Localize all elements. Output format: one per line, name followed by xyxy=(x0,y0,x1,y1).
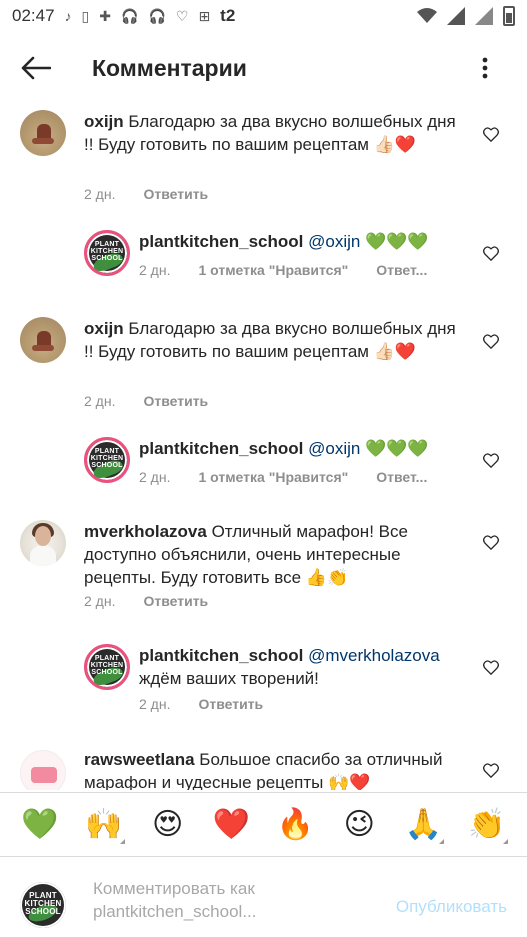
comment-time: 2 дн. xyxy=(139,469,171,485)
status-bar: 02:47 ♪ ▯ ✚ 🎧 🎧 ♡ ⊞ t2 xyxy=(0,0,527,32)
comment-text: ждём ваших творений! xyxy=(139,669,319,688)
like-button[interactable] xyxy=(480,449,502,471)
signal-icon xyxy=(475,7,493,25)
signal-icon xyxy=(447,7,465,25)
status-time: 02:47 xyxy=(12,6,55,25)
like-button[interactable] xyxy=(480,330,502,352)
comment-emojis: 👍🏻❤️ xyxy=(373,135,417,154)
reply-button[interactable]: Ответ... xyxy=(376,262,427,278)
mention-link[interactable]: @oxijn xyxy=(308,439,360,458)
heart-outline-icon xyxy=(483,126,499,142)
like-button[interactable] xyxy=(480,123,502,145)
emoji-pray-button[interactable]: 🙏 xyxy=(400,802,446,848)
avatar[interactable] xyxy=(20,317,66,363)
reply-button[interactable]: Ответить xyxy=(143,593,208,609)
comment-time: 2 дн. xyxy=(84,393,116,409)
like-button[interactable] xyxy=(480,242,502,264)
reply-button[interactable]: Ответить xyxy=(143,186,208,202)
publish-button[interactable]: Опубликовать xyxy=(396,897,507,917)
headset-icon: 🎧 xyxy=(121,8,139,24)
wifi-icon xyxy=(417,8,437,23)
mention-link[interactable]: @mverkholazova xyxy=(308,646,440,665)
music-note-icon: ♪ xyxy=(64,8,72,24)
avatar[interactable] xyxy=(20,750,66,790)
battery-saver-icon: ✚ xyxy=(99,8,111,24)
headset-icon: 🎧 xyxy=(148,8,166,24)
like-button[interactable] xyxy=(480,759,502,781)
page-title: Комментарии xyxy=(92,54,247,81)
comment-username[interactable]: oxijn xyxy=(84,112,124,131)
comment-time: 2 дн. xyxy=(84,186,116,202)
emoji-green-heart-button[interactable]: 💚 xyxy=(17,802,63,848)
heart-outline-icon xyxy=(483,762,499,778)
heart-outline-icon xyxy=(483,452,499,468)
emoji-raised-hands-button[interactable]: 🙌 xyxy=(81,802,127,848)
battery-icon xyxy=(503,6,515,26)
header: Комментарии xyxy=(0,40,527,96)
arrow-left-icon xyxy=(21,56,51,80)
emoji-fire-button[interactable]: 🔥 xyxy=(272,802,318,848)
emoji-heart-eyes-button[interactable]: 😍 xyxy=(145,802,191,848)
comment-username[interactable]: rawsweetlana xyxy=(84,750,195,769)
likes-count[interactable]: 1 отметка "Нравится" xyxy=(198,469,348,485)
comment-text: 💚💚💚 xyxy=(365,439,429,458)
mention-link[interactable]: @oxijn xyxy=(308,232,360,251)
like-button[interactable] xyxy=(480,656,502,678)
comment-time: 2 дн. xyxy=(139,262,171,278)
reply-button[interactable]: Ответить xyxy=(198,696,263,712)
emoji-quick-bar: 💚 🙌 😍 ❤️ 🔥 😉 🙏 👏 xyxy=(0,792,527,856)
comment-username[interactable]: plantkitchen_school xyxy=(139,439,303,458)
emoji-red-heart-button[interactable]: ❤️ xyxy=(209,802,255,848)
like-button[interactable] xyxy=(480,531,502,553)
sim-card-icon: ▯ xyxy=(81,8,90,24)
avatar[interactable] xyxy=(20,110,66,156)
avatar[interactable]: PLANT KITCHEN SCHOOL xyxy=(84,644,130,690)
comment-username[interactable]: plantkitchen_school xyxy=(139,646,303,665)
more-options-button[interactable] xyxy=(465,40,505,96)
avatar[interactable] xyxy=(20,520,66,566)
likes-count[interactable]: 1 отметка "Нравится" xyxy=(198,262,348,278)
plus-square-icon: ⊞ xyxy=(198,8,211,24)
comment-username[interactable]: oxijn xyxy=(84,319,124,338)
heart-outline-icon xyxy=(483,659,499,675)
comment-input[interactable]: Комментировать как plantkitchen_school..… xyxy=(93,877,373,923)
heart-outline-icon xyxy=(483,333,499,349)
avatar[interactable]: PLANT KITCHEN SCHOOL xyxy=(84,437,130,483)
comment-time: 2 дн. xyxy=(84,593,116,609)
comment-text: 💚💚💚 xyxy=(365,232,429,251)
more-vertical-icon xyxy=(482,57,488,79)
comment-username[interactable]: mverkholazova xyxy=(84,522,207,541)
emoji-wink-button[interactable]: 😉 xyxy=(336,802,382,848)
comment-composer: PLANT KITCHEN SCHOOL Комментировать как … xyxy=(0,856,527,937)
heart-outline-icon xyxy=(483,245,499,261)
comment-username[interactable]: plantkitchen_school xyxy=(139,232,303,251)
comment-time: 2 дн. xyxy=(139,696,171,712)
heart-outline-icon xyxy=(483,534,499,550)
carrier-label: t2 xyxy=(220,6,236,25)
back-button[interactable] xyxy=(0,40,72,96)
comment-emojis: 👍🏻❤️ xyxy=(373,342,417,361)
heart-outline-icon: ♡ xyxy=(175,8,189,24)
avatar: PLANT KITCHEN SCHOOL xyxy=(20,882,66,928)
reply-button[interactable]: Ответ... xyxy=(376,469,427,485)
reply-button[interactable]: Ответить xyxy=(143,393,208,409)
avatar[interactable]: PLANT KITCHEN SCHOOL xyxy=(84,230,130,276)
comments-list[interactable]: oxijn Благодарю за два вкусно волшебных … xyxy=(0,100,527,790)
emoji-clap-button[interactable]: 👏 xyxy=(464,802,510,848)
